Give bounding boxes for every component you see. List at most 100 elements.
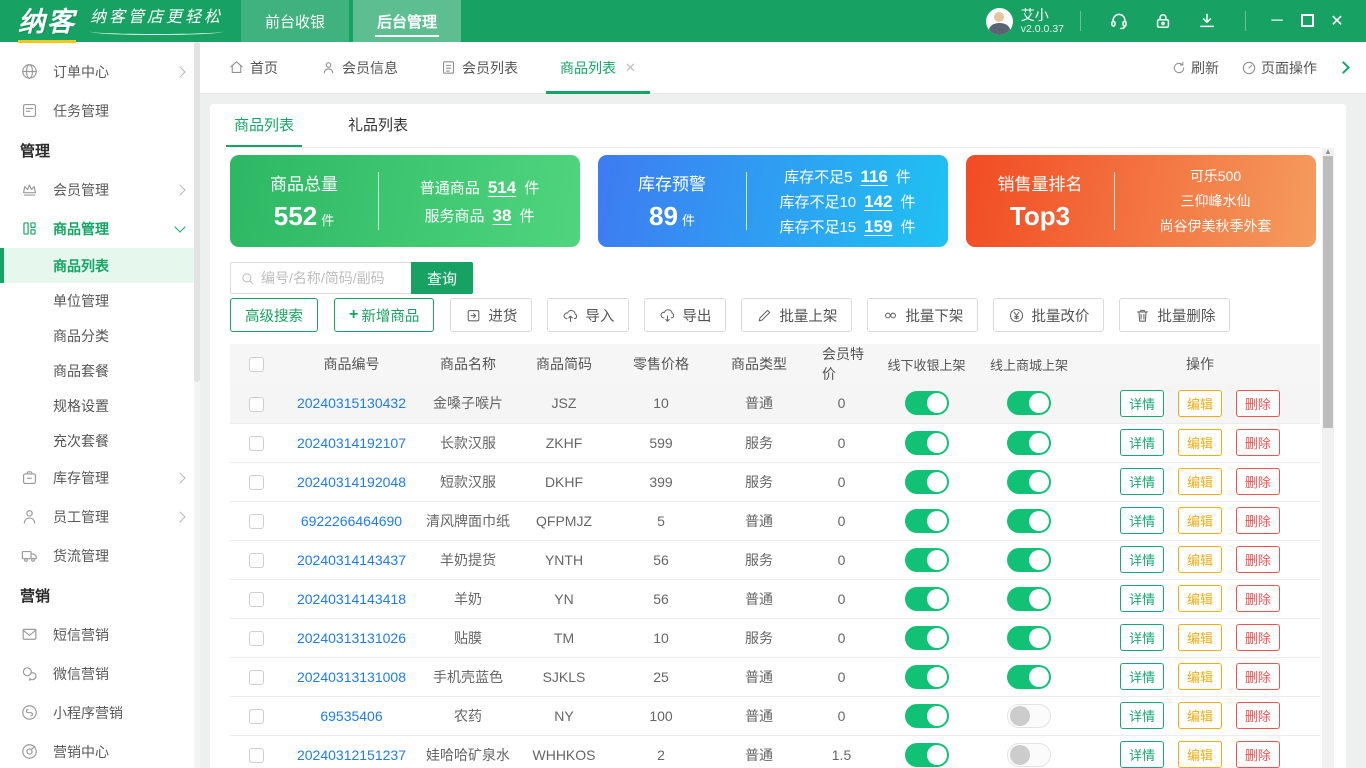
- stock-below-5-count[interactable]: 116: [860, 167, 887, 187]
- panel-scrollbar[interactable]: ▲ ▼: [1322, 147, 1334, 768]
- edit-button[interactable]: 编辑: [1177, 702, 1222, 729]
- detail-button[interactable]: 详情: [1120, 546, 1165, 573]
- panel-scrollbar-thumb[interactable]: [1323, 156, 1333, 428]
- batch-on-shelf-button[interactable]: 批量上架: [741, 298, 853, 332]
- sidebar-item-inventory[interactable]: 库存管理: [0, 458, 200, 497]
- online-shelf-toggle[interactable]: [1007, 586, 1051, 611]
- sidebar-item-staff[interactable]: 员工管理: [0, 497, 200, 536]
- customer-service-icon[interactable]: [1109, 11, 1129, 31]
- refresh-button[interactable]: 刷新: [1171, 58, 1219, 78]
- minimize-button[interactable]: ─: [1262, 12, 1292, 30]
- edit-button[interactable]: 编辑: [1177, 585, 1222, 612]
- offline-shelf-toggle[interactable]: [904, 586, 949, 611]
- sidebar-item-member[interactable]: 会员管理: [0, 170, 200, 209]
- stock-in-button[interactable]: 进货: [450, 298, 533, 332]
- online-shelf-toggle[interactable]: [1007, 508, 1051, 533]
- batch-delete-button[interactable]: 批量删除: [1119, 298, 1231, 332]
- sidebar-sub-unit[interactable]: 单位管理: [0, 283, 200, 318]
- product-code-link[interactable]: 20240314192048: [297, 474, 406, 490]
- edit-button[interactable]: 编辑: [1177, 741, 1222, 768]
- sidebar-item-product[interactable]: 商品管理: [0, 209, 200, 248]
- normal-product-count[interactable]: 514: [488, 178, 516, 198]
- offline-shelf-toggle[interactable]: [904, 508, 949, 533]
- service-product-count[interactable]: 38: [493, 206, 512, 226]
- lock-icon[interactable]: [1153, 11, 1173, 31]
- online-shelf-toggle[interactable]: [1007, 664, 1051, 689]
- sidebar-item-order-center[interactable]: 订单中心: [0, 52, 200, 91]
- maximize-button[interactable]: [1292, 12, 1322, 30]
- detail-button[interactable]: 详情: [1120, 741, 1165, 768]
- offline-shelf-toggle[interactable]: [904, 664, 949, 689]
- detail-button[interactable]: 详情: [1120, 702, 1165, 729]
- delete-button[interactable]: 删除: [1235, 546, 1280, 573]
- delete-button[interactable]: 删除: [1235, 663, 1280, 690]
- online-shelf-toggle[interactable]: [1007, 547, 1051, 572]
- edit-button[interactable]: 编辑: [1177, 429, 1222, 456]
- tab-gift-list[interactable]: 礼品列表: [344, 114, 412, 147]
- row-checkbox[interactable]: [249, 513, 264, 529]
- expand-actions-icon[interactable]: [1337, 61, 1350, 74]
- advanced-search-button[interactable]: 高级搜索: [230, 298, 318, 332]
- detail-button[interactable]: 详情: [1120, 663, 1165, 690]
- nav-tab-frontdesk[interactable]: 前台收银: [241, 0, 350, 42]
- page-tab-member-info[interactable]: 会员信息: [306, 42, 412, 94]
- row-checkbox[interactable]: [249, 396, 264, 412]
- select-all-checkbox[interactable]: [249, 357, 264, 373]
- stock-below-15-count[interactable]: 159: [864, 217, 892, 237]
- scroll-up-icon[interactable]: ▲: [1322, 147, 1334, 156]
- detail-button[interactable]: 详情: [1120, 507, 1165, 534]
- offline-shelf-toggle[interactable]: [904, 547, 949, 572]
- product-code-link[interactable]: 20240314192107: [297, 435, 406, 451]
- delete-button[interactable]: 删除: [1235, 468, 1280, 495]
- product-code-link[interactable]: 20240314143437: [297, 552, 406, 568]
- detail-button[interactable]: 详情: [1120, 468, 1165, 495]
- sidebar-item-marketing-center[interactable]: 营销中心: [0, 732, 200, 768]
- page-tab-member-list[interactable]: 会员列表: [426, 42, 532, 94]
- page-tab-product-list[interactable]: 商品列表 ✕: [546, 42, 650, 94]
- row-checkbox[interactable]: [249, 435, 264, 451]
- sidebar-sub-recharge[interactable]: 充次套餐: [0, 423, 200, 458]
- sidebar-sub-product-list[interactable]: 商品列表: [0, 248, 200, 283]
- sidebar-item-logistics[interactable]: 货流管理: [0, 536, 200, 575]
- row-checkbox[interactable]: [249, 591, 264, 607]
- add-product-button[interactable]: + 新增商品: [334, 298, 435, 332]
- row-checkbox[interactable]: [249, 669, 264, 685]
- row-checkbox[interactable]: [249, 708, 264, 724]
- edit-button[interactable]: 编辑: [1177, 624, 1222, 651]
- offline-shelf-toggle[interactable]: [904, 469, 949, 494]
- search-input[interactable]: [261, 270, 406, 286]
- detail-button[interactable]: 详情: [1120, 429, 1165, 456]
- batch-price-button[interactable]: 批量改价: [993, 298, 1105, 332]
- sidebar-sub-category[interactable]: 商品分类: [0, 318, 200, 353]
- online-shelf-toggle[interactable]: [1007, 703, 1051, 728]
- online-shelf-toggle[interactable]: [1007, 742, 1051, 767]
- product-code-link[interactable]: 20240313131008: [297, 669, 406, 685]
- online-shelf-toggle[interactable]: [1007, 469, 1051, 494]
- offline-shelf-toggle[interactable]: [904, 430, 949, 455]
- delete-button[interactable]: 删除: [1235, 702, 1280, 729]
- user-avatar[interactable]: [985, 7, 1013, 35]
- online-shelf-toggle[interactable]: [1007, 625, 1051, 650]
- offline-shelf-toggle[interactable]: [904, 703, 949, 728]
- edit-button[interactable]: 编辑: [1177, 389, 1222, 417]
- download-icon[interactable]: [1197, 11, 1217, 31]
- delete-button[interactable]: 删除: [1235, 624, 1280, 651]
- import-button[interactable]: 导入: [547, 298, 630, 332]
- sidebar-scrollbar[interactable]: [194, 42, 200, 768]
- delete-button[interactable]: 删除: [1235, 389, 1280, 417]
- delete-button[interactable]: 删除: [1235, 429, 1280, 456]
- edit-button[interactable]: 编辑: [1177, 663, 1222, 690]
- product-code-link[interactable]: 20240313131026: [297, 630, 406, 646]
- page-tab-home[interactable]: 首页: [214, 42, 292, 94]
- delete-button[interactable]: 删除: [1235, 507, 1280, 534]
- offline-shelf-toggle[interactable]: [904, 742, 949, 767]
- sidebar-item-sms[interactable]: 短信营销: [0, 615, 200, 654]
- detail-button[interactable]: 详情: [1120, 624, 1165, 651]
- product-code-link[interactable]: 6922266464690: [301, 513, 402, 529]
- batch-off-shelf-button[interactable]: 批量下架: [867, 298, 979, 332]
- row-checkbox[interactable]: [249, 747, 264, 763]
- close-tab-icon[interactable]: ✕: [625, 60, 636, 76]
- sidebar-item-task[interactable]: 任务管理: [0, 91, 200, 130]
- detail-button[interactable]: 详情: [1120, 585, 1165, 612]
- sidebar-sub-combo[interactable]: 商品套餐: [0, 353, 200, 388]
